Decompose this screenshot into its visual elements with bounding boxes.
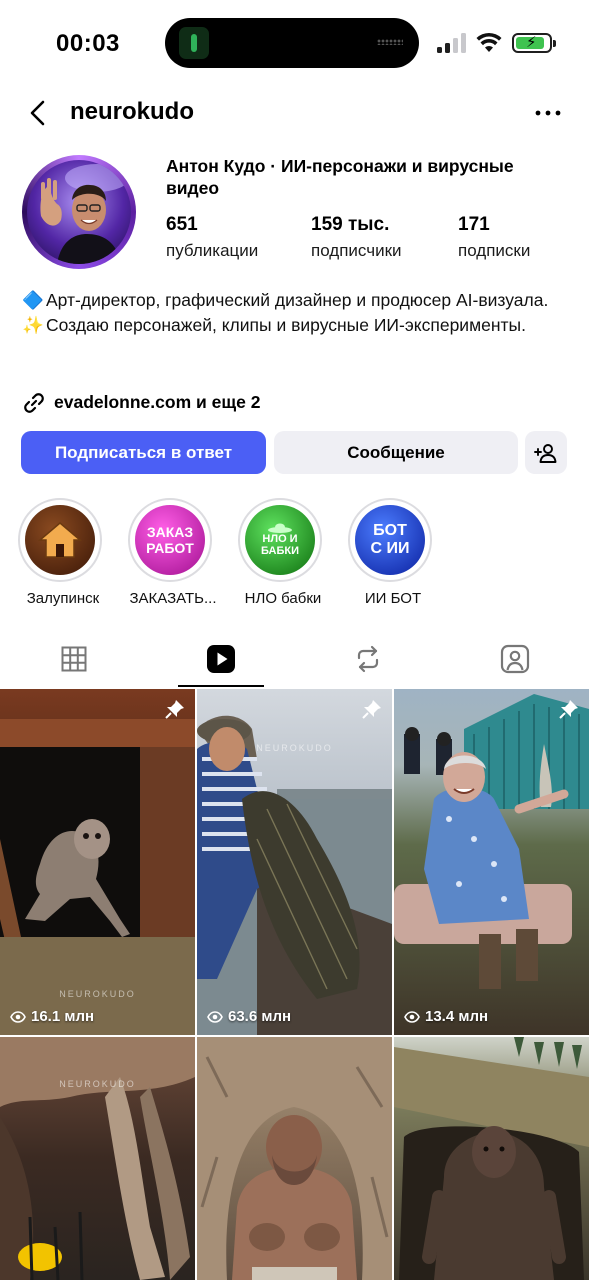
- avatar-image: [27, 160, 131, 264]
- highlight-ufo[interactable]: НЛО И БАБКИ НЛО бабки: [238, 498, 326, 607]
- status-bar: 00:03 ⚡: [0, 0, 589, 88]
- wifi-icon: [476, 32, 502, 52]
- view-count-text: 13.4 млн: [425, 1008, 489, 1025]
- reel-thumbnail: [394, 1037, 589, 1280]
- reel-thumbnail: [0, 719, 195, 1035]
- reel-thumbnail: [197, 715, 392, 1035]
- highlight-label: Залупинск: [26, 590, 100, 607]
- highlight-cover-text: БОТ С ИИ: [370, 522, 410, 557]
- tab-grid[interactable]: [25, 630, 123, 688]
- tagged-icon: [500, 644, 530, 674]
- highlight-cover-text: НЛО И БАБКИ: [261, 533, 299, 557]
- reel-tile[interactable]: NEUROKUDO 63.6 млн: [197, 689, 392, 1035]
- stat-followers[interactable]: 159 тыс. подписчики: [311, 214, 402, 261]
- stat-value: 171: [458, 214, 490, 235]
- pin-icon: [362, 700, 381, 719]
- stat-value: 159 тыс.: [311, 214, 390, 235]
- house-icon: [38, 522, 82, 558]
- avatar[interactable]: [22, 155, 136, 269]
- repost-icon: [357, 645, 379, 673]
- bio-text: Арт-директор, графический дизайнер и про…: [46, 290, 549, 310]
- reel-thumbnail: [394, 694, 589, 989]
- highlight-label: ЗАКАЗАТЬ...: [129, 590, 217, 607]
- watermark: NEUROKUDO: [59, 989, 136, 999]
- stat-posts[interactable]: 651 публикации: [166, 214, 258, 261]
- diamond-icon: 🔷: [22, 290, 44, 310]
- battery-icon: ⚡: [512, 33, 556, 53]
- highlight-zalupinsk[interactable]: Залупинск: [18, 498, 106, 607]
- highlight-cover: ЗАКАЗ РАБОТ: [135, 505, 205, 575]
- reel-thumbnail: [0, 1037, 195, 1280]
- cellular-signal-icon: [437, 33, 467, 53]
- highlight-label: ИИ БОТ: [364, 590, 422, 607]
- add-person-icon: [534, 443, 557, 463]
- dynamic-island: [165, 18, 419, 68]
- highlight-cover: НЛО И БАБКИ: [245, 505, 315, 575]
- activity-indicator-icon: [179, 27, 209, 59]
- stat-value: 651: [166, 214, 198, 235]
- reel-thumbnail: [197, 1037, 392, 1280]
- island-dots: [377, 39, 403, 45]
- active-tab-indicator: [178, 685, 264, 687]
- eye-icon: [404, 1010, 420, 1023]
- sparkles-icon: ✨: [22, 314, 44, 335]
- view-count: 13.4 млн: [404, 1008, 488, 1025]
- bio-line: ✨ Создаю персонажей, клипы и вирусные ИИ-…: [22, 313, 567, 338]
- highlight-cover: [25, 505, 95, 575]
- highlight-order[interactable]: ЗАКАЗ РАБОТ ЗАКАЗАТЬ...: [128, 498, 217, 607]
- reel-tile[interactable]: 13.4 млн: [394, 689, 589, 1035]
- message-button[interactable]: Сообщение: [274, 431, 518, 474]
- profile-header: neurokudo: [0, 88, 589, 138]
- view-count: 63.6 млн: [207, 1008, 291, 1025]
- watermark: NEUROKUDO: [59, 1079, 136, 1089]
- grid-icon: [61, 646, 87, 672]
- display-name: Антон Кудо · ИИ-персонажи и вирусные вид…: [166, 156, 514, 198]
- reels-grid: NEUROKUDO 16.1 млн NEUROKUDO 63.6 млн 13…: [0, 689, 589, 1280]
- stat-label: подписки: [458, 241, 531, 260]
- view-count: 16.1 млн: [10, 1008, 94, 1025]
- reel-tile[interactable]: NEUROKUDO: [0, 1037, 195, 1280]
- view-count-text: 63.6 млн: [228, 1008, 292, 1025]
- tab-reels[interactable]: [172, 630, 270, 688]
- highlight-cover: БОТ С ИИ: [355, 505, 425, 575]
- reels-icon: [207, 645, 235, 673]
- link-icon: [24, 393, 44, 413]
- follow-back-button[interactable]: Подписаться в ответ: [21, 431, 266, 474]
- tab-reposts[interactable]: [319, 630, 417, 688]
- status-time: 00:03: [56, 30, 120, 57]
- bio-text: Создаю персонажей, клипы и вирусные ИИ-э…: [46, 314, 526, 335]
- eye-icon: [10, 1010, 26, 1023]
- profile-stats: 651 публикации 159 тыс. подписчики 171 п…: [166, 214, 566, 266]
- tab-tagged[interactable]: [466, 630, 564, 688]
- view-count-text: 16.1 млн: [31, 1008, 95, 1025]
- pin-icon: [559, 700, 578, 719]
- profile-bio: 🔷 Арт-директор, графический дизайнер и пр…: [22, 288, 567, 337]
- stat-label: публикации: [166, 241, 259, 260]
- reel-tile[interactable]: [394, 1037, 589, 1280]
- chevron-left-icon[interactable]: [24, 98, 54, 128]
- profile-username: neurokudo: [70, 98, 194, 125]
- watermark: NEUROKUDO: [256, 743, 333, 753]
- ufo-icon: [268, 523, 292, 533]
- profile-tabs: [0, 630, 589, 688]
- ellipsis-icon[interactable]: [531, 98, 565, 128]
- pin-icon: [165, 700, 184, 719]
- eye-icon: [207, 1010, 223, 1023]
- bio-line: 🔷 Арт-директор, графический дизайнер и пр…: [22, 288, 567, 313]
- highlight-cover-text: ЗАКАЗ РАБОТ: [146, 524, 194, 556]
- highlight-label: НЛО бабки: [244, 590, 322, 607]
- reel-tile[interactable]: NEUROKUDO 16.1 млн: [0, 689, 195, 1035]
- highlight-ai-bot[interactable]: БОТ С ИИ ИИ БОТ: [348, 498, 436, 607]
- stat-label: подписчики: [311, 241, 402, 260]
- stat-following[interactable]: 171 подписки: [458, 214, 530, 261]
- add-user-button[interactable]: [525, 431, 567, 474]
- reel-tile[interactable]: [197, 1037, 392, 1280]
- link-text: evadelonne.com и еще 2: [54, 392, 261, 412]
